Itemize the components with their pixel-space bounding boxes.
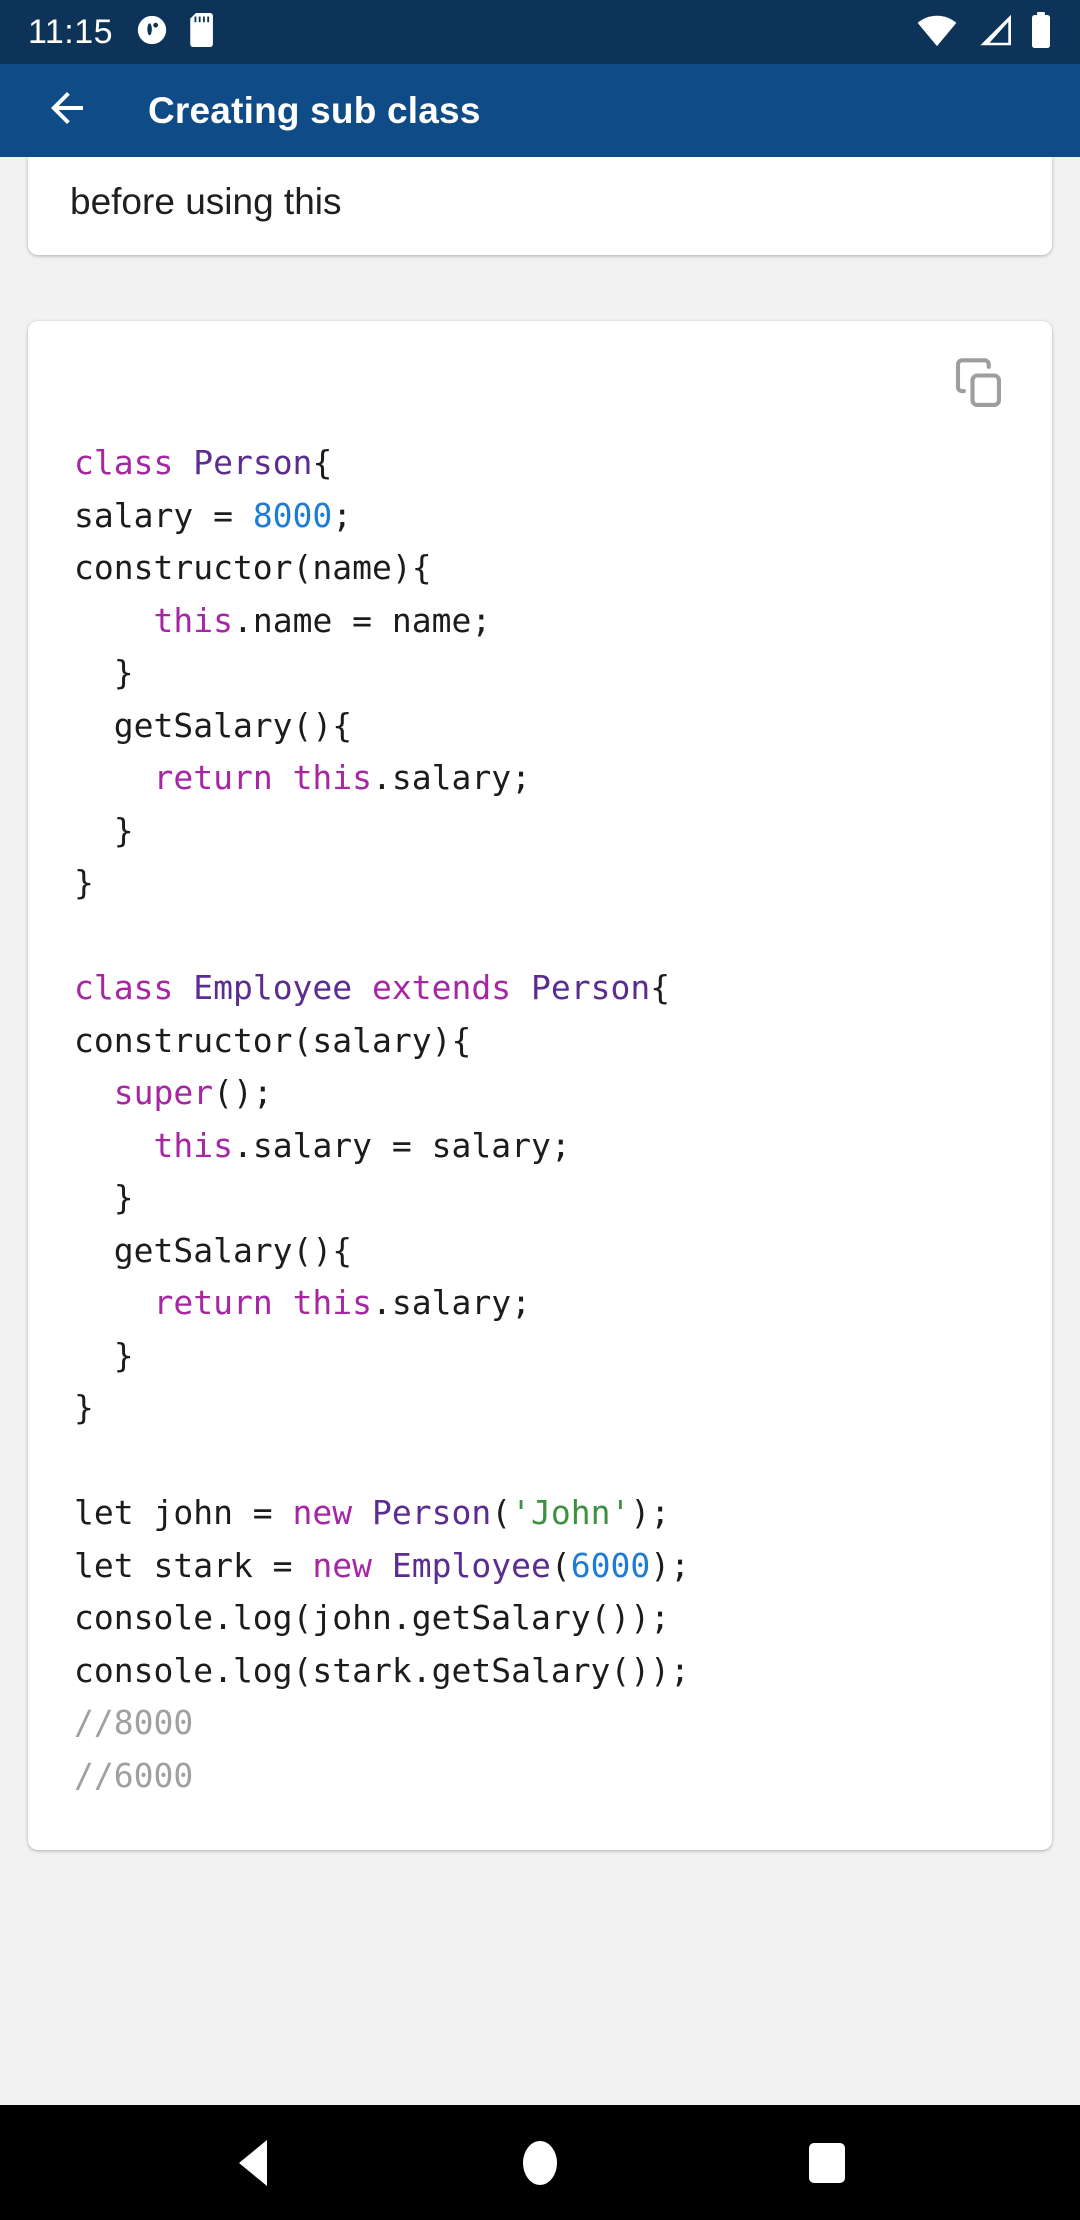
arrow-left-icon xyxy=(43,84,91,137)
status-notification-icons xyxy=(135,12,217,52)
wifi-icon xyxy=(916,13,958,52)
code-token: { xyxy=(650,968,671,1007)
code-token: } xyxy=(74,1335,134,1375)
code-token: { xyxy=(312,443,333,482)
code-token: ); xyxy=(650,1545,690,1585)
code-token: new xyxy=(312,1545,392,1585)
code-token: console.log(john.getSalary()); xyxy=(74,1598,671,1637)
code-token: return xyxy=(153,758,293,797)
code-token: ; xyxy=(332,495,353,535)
scrollable-content[interactable]: before using this class Person{ salary =… xyxy=(0,157,1080,2105)
code-token: class xyxy=(74,968,194,1007)
circle-home-icon xyxy=(522,2140,557,2185)
code-token: return xyxy=(153,1283,293,1322)
code-token: } xyxy=(74,1178,134,1217)
code-token: } xyxy=(74,810,134,850)
nav-back-button[interactable] xyxy=(205,2115,301,2211)
code-token: } xyxy=(74,653,134,692)
phone-screen: 11:15 Creating sub class before using th… xyxy=(0,0,1080,2220)
android-navigation-bar xyxy=(0,2105,1080,2220)
code-token: constructor(name){ xyxy=(74,548,432,587)
status-bar: 11:15 xyxy=(0,0,1080,64)
code-token: let stark = xyxy=(74,1545,313,1585)
code-text: class Person{ salary = 8000; constructor… xyxy=(74,443,690,1795)
copy-icon xyxy=(953,356,1005,413)
code-token: .salary; xyxy=(372,758,531,797)
code-token: Employee xyxy=(193,968,373,1007)
copy-code-button[interactable] xyxy=(948,353,1010,415)
code-token: extends xyxy=(372,968,531,1007)
text-card-paragraph: before using this xyxy=(70,181,342,222)
code-token: 6000 xyxy=(570,1545,651,1585)
back-button[interactable] xyxy=(36,80,98,142)
code-token: new xyxy=(292,1493,373,1532)
square-recents-icon xyxy=(808,2142,845,2183)
code-token: .name = name; xyxy=(232,600,492,640)
code-token: Person xyxy=(193,443,313,482)
code-token: salary = xyxy=(74,495,253,535)
triangle-back-icon xyxy=(239,2139,268,2186)
code-token: this xyxy=(292,758,373,797)
code-token: ( xyxy=(550,1545,571,1585)
status-bar-right xyxy=(916,11,1052,53)
code-token: let john = xyxy=(74,1493,293,1532)
code-token: ( xyxy=(491,1493,512,1532)
code-token: this xyxy=(153,600,233,640)
status-bar-left: 11:15 xyxy=(28,12,217,52)
code-token: 8000 xyxy=(252,495,333,535)
code-token: this xyxy=(153,1125,233,1165)
app-notification-icon xyxy=(135,13,169,52)
page-title: Creating sub class xyxy=(148,89,481,131)
app-bar: Creating sub class xyxy=(0,64,1080,157)
code-token: super xyxy=(113,1073,214,1112)
code-token: Employee xyxy=(391,1545,551,1585)
code-token: } xyxy=(74,1388,94,1427)
code-token: //6000 xyxy=(74,1755,194,1795)
code-token: 'John' xyxy=(511,1493,631,1532)
code-token: class xyxy=(74,443,194,482)
battery-icon xyxy=(1030,11,1052,53)
code-token: Person xyxy=(372,1493,492,1532)
code-token: Person xyxy=(530,968,651,1007)
code-token: .salary; xyxy=(372,1283,531,1322)
code-card-toolbar xyxy=(28,345,1052,423)
code-card: class Person{ salary = 8000; constructor… xyxy=(28,321,1052,1850)
code-block: class Person{ salary = 8000; constructor… xyxy=(28,423,1052,1810)
code-token: getSalary(){ xyxy=(74,1230,353,1270)
code-token: this xyxy=(292,1283,373,1322)
nav-home-button[interactable] xyxy=(492,2115,588,2211)
code-token: ); xyxy=(630,1493,671,1532)
cellular-signal-icon xyxy=(974,13,1014,52)
code-token: console.log(stark.getSalary()); xyxy=(74,1650,690,1690)
code-token: } xyxy=(74,863,94,902)
code-token: getSalary(){ xyxy=(74,705,353,745)
code-token: //8000 xyxy=(74,1703,194,1742)
code-token: (); xyxy=(213,1073,273,1112)
code-token: .salary = salary; xyxy=(232,1125,571,1165)
code-token: constructor(salary){ xyxy=(74,1020,472,1060)
status-clock: 11:15 xyxy=(28,13,114,51)
text-card: before using this xyxy=(28,157,1052,255)
sd-card-icon xyxy=(189,12,217,52)
nav-recents-button[interactable] xyxy=(779,2115,875,2211)
